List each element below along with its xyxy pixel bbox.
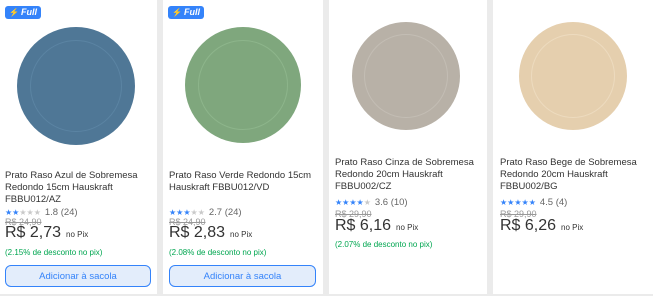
rating-value: 4.5 (4) <box>539 197 568 208</box>
full-badge-label: Full <box>183 7 200 17</box>
price-value: R$ 6,26 <box>500 217 557 234</box>
product-title[interactable]: Prato Raso Verde Redondo 15cm Hauskraft … <box>169 170 321 194</box>
add-to-bag-button[interactable]: Adicionar à sacola <box>5 265 151 287</box>
full-badge-label: Full <box>20 7 37 17</box>
product-title[interactable]: Prato Raso Azul de Sobremesa Redondo 15c… <box>5 170 155 206</box>
product-card[interactable]: ⚡ Full Prato Raso Azul de Sobremesa Redon… <box>0 0 157 294</box>
star-empty-icon: ★ <box>363 198 371 207</box>
price-value: R$ 2,83 <box>169 224 226 241</box>
star-empty-icon: ★★★ <box>19 208 41 217</box>
add-to-bag-button[interactable]: Adicionar à sacola <box>169 265 316 287</box>
title-line[interactable]: Prato Raso Bege de Sobremesa <box>500 157 652 169</box>
pix-discount: (2.07% de desconto no pix) <box>335 240 433 249</box>
title-line[interactable]: FBBU002/BG <box>500 181 652 193</box>
pix-label: no Pix <box>396 223 419 232</box>
title-line[interactable]: FBBU012/AZ <box>5 194 155 206</box>
star-icon: ★★★★★ <box>500 198 536 207</box>
product-image[interactable] <box>185 27 301 143</box>
full-badge: ⚡ Full <box>168 6 204 19</box>
title-line[interactable]: Redondo 20cm Hauskraft <box>335 169 487 181</box>
price: R$ 2,73 no Pix <box>5 224 88 242</box>
title-line[interactable]: Redondo 20cm Hauskraft <box>500 169 652 181</box>
rating-value: 2.7 (24) <box>208 207 242 218</box>
lightning-icon: ⚡ <box>172 8 182 17</box>
product-title[interactable]: Prato Raso Bege de Sobremesa Redondo 20c… <box>500 157 652 193</box>
product-card[interactable]: Prato Raso Cinza de Sobremesa Redondo 20… <box>329 0 487 294</box>
product-card[interactable]: ⚡ Full Prato Raso Verde Redondo 15cm Haus… <box>163 0 323 294</box>
lightning-icon: ⚡ <box>9 8 19 17</box>
full-badge: ⚡ Full <box>5 6 41 19</box>
pix-label: no Pix <box>561 223 584 232</box>
title-line[interactable]: Prato Raso Cinza de Sobremesa <box>335 157 487 169</box>
rating-value: 1.8 (24) <box>44 207 78 218</box>
title-line[interactable]: Redondo 15cm Hauskraft <box>5 182 155 194</box>
title-line[interactable]: Hauskraft FBBU012/VD <box>169 182 321 194</box>
pix-discount: (2.08% de desconto no pix) <box>169 248 267 257</box>
product-card[interactable]: Prato Raso Bege de Sobremesa Redondo 20c… <box>493 0 653 294</box>
title-line[interactable]: Prato Raso Azul de Sobremesa <box>5 170 155 182</box>
title-line[interactable]: Prato Raso Verde Redondo 15cm <box>169 170 321 182</box>
pix-label: no Pix <box>66 230 89 239</box>
star-empty-icon: ★★ <box>190 208 205 217</box>
rating: ★★★★★ 3.6 (10) <box>335 197 408 208</box>
star-icon: ★★ <box>5 208 20 217</box>
product-image[interactable] <box>352 22 460 130</box>
rating-value: 3.6 (10) <box>374 197 408 208</box>
product-image[interactable] <box>519 22 627 130</box>
title-line[interactable]: FBBU002/CZ <box>335 181 487 193</box>
price-value: R$ 2,73 <box>5 224 62 241</box>
price-value: R$ 6,16 <box>335 217 392 234</box>
star-icon: ★★★ <box>169 208 191 217</box>
star-icon: ★★★★ <box>335 198 364 207</box>
product-image[interactable] <box>17 27 135 145</box>
rating: ★★★★★ 4.5 (4) <box>500 197 567 208</box>
price: R$ 2,83 no Pix <box>169 224 252 242</box>
price: R$ 6,26 no Pix <box>500 217 583 235</box>
pix-label: no Pix <box>230 230 253 239</box>
pix-discount: (2.15% de desconto no pix) <box>5 248 103 257</box>
product-title[interactable]: Prato Raso Cinza de Sobremesa Redondo 20… <box>335 157 487 193</box>
price: R$ 6,16 no Pix <box>335 217 418 235</box>
